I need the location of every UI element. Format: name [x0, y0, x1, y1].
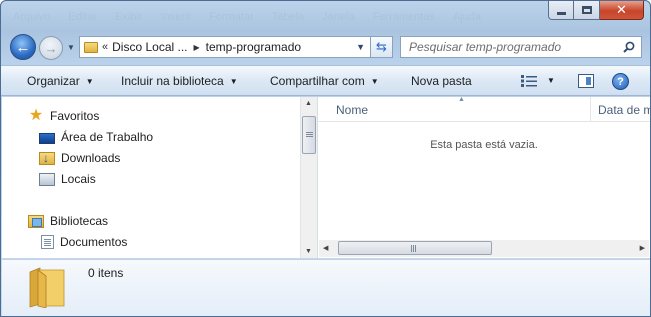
navigation-scrollbar[interactable]: ▲ ▼	[300, 97, 317, 258]
ghost-menu-item: Editar	[68, 11, 98, 23]
scroll-left-icon[interactable]: ◀	[323, 244, 328, 252]
file-list: ▲ Nome Data de m Esta pasta está vazia. …	[317, 96, 650, 258]
arrow-right-icon: →	[44, 40, 58, 56]
overflow-chevron[interactable]: «	[102, 41, 108, 53]
column-date-modified[interactable]: Data de m	[598, 103, 650, 117]
new-folder-button[interactable]: Nova pasta	[411, 74, 472, 88]
organize-button[interactable]: Organizar ▼	[27, 74, 94, 88]
nav-item-desktop[interactable]: Área de Trabalho	[39, 128, 153, 146]
close-button[interactable]: ✕	[600, 1, 644, 20]
include-library-button[interactable]: Incluir na biblioteca ▼	[121, 74, 238, 88]
title-bar: Arquivo Editar Exibir Inserir Formatar T…	[1, 1, 650, 31]
nav-item-downloads[interactable]: Downloads	[39, 149, 120, 167]
breadcrumb-arrow-icon[interactable]: ▶	[194, 43, 200, 52]
navigation-pane: ★ Favoritos Área de Trabalho Downloads L…	[2, 97, 301, 258]
nav-item-places[interactable]: Locais	[39, 170, 96, 188]
refresh-button[interactable]: ⇆	[371, 36, 393, 58]
breadcrumb-temp-programado[interactable]: temp-programado	[206, 40, 301, 54]
address-history-dropdown[interactable]: ▼	[351, 42, 370, 52]
view-dropdown-icon[interactable]: ▼	[547, 76, 555, 85]
scrollbar-thumb[interactable]	[302, 116, 316, 154]
column-header: ▲ Nome Data de m	[318, 96, 650, 122]
view-options-icon[interactable]	[521, 75, 537, 87]
folder-icon	[29, 267, 65, 308]
scroll-up-icon[interactable]: ▲	[305, 100, 312, 107]
chevron-down-icon: ▼	[229, 77, 238, 86]
sort-ascending-icon: ▲	[458, 96, 465, 103]
share-with-label: Compartilhar com	[270, 74, 365, 88]
empty-folder-message: Esta pasta está vazia.	[430, 139, 538, 151]
ghost-menu-item: Arquivo	[13, 11, 51, 23]
ghost-menu-item: Janela	[322, 11, 355, 23]
ghost-menu-item: Formatar	[209, 11, 254, 23]
item-count: 0 itens	[88, 266, 124, 280]
nav-item-label: Locais	[61, 172, 96, 186]
scroll-right-icon[interactable]: ▶	[640, 244, 645, 252]
navigation-bar: ← → ▼ « Disco Local ... ▶ temp-programad…	[1, 31, 650, 63]
command-bar: Organizar ▼ Incluir na biblioteca ▼ Compar…	[1, 65, 650, 96]
ghost-menu-item: Exibir	[115, 11, 143, 23]
background-app-menu: Arquivo Editar Exibir Inserir Formatar T…	[13, 11, 481, 23]
include-library-label: Incluir na biblioteca	[121, 74, 224, 88]
new-folder-label: Nova pasta	[411, 74, 472, 88]
caption-buttons: ✕	[548, 1, 644, 20]
nav-item-favorites[interactable]: ★ Favoritos	[28, 107, 100, 125]
document-icon	[41, 235, 54, 249]
nav-item-label: Área de Trabalho	[61, 130, 154, 144]
search-input[interactable]	[401, 40, 611, 54]
libraries-icon	[28, 214, 44, 228]
nav-item-libraries[interactable]: Bibliotecas	[28, 212, 108, 230]
ghost-menu-item: Inserir	[160, 11, 192, 23]
nav-item-label: Downloads	[61, 151, 121, 165]
chevron-down-icon: ▼	[370, 77, 379, 86]
nav-item-label: Documentos	[60, 235, 128, 249]
star-icon: ★	[28, 107, 44, 124]
search-icon[interactable]	[623, 41, 635, 53]
horizontal-scrollbar[interactable]: ◀ ▶	[319, 240, 649, 257]
share-with-button[interactable]: Compartilhar com ▼	[270, 74, 379, 88]
search-box[interactable]	[400, 36, 642, 58]
scroll-down-icon[interactable]: ▼	[305, 248, 312, 255]
desktop-icon	[39, 132, 55, 144]
ghost-menu-item: Ferramentas	[372, 11, 435, 23]
organize-label: Organizar	[27, 74, 80, 88]
ghost-menu-item: Tabela	[271, 11, 305, 23]
maximize-button[interactable]	[574, 1, 600, 20]
details-pane: 0 itens	[2, 259, 650, 316]
minimize-icon	[556, 11, 566, 15]
back-button[interactable]: ←	[10, 34, 36, 60]
scrollbar-thumb[interactable]	[338, 241, 492, 255]
help-icon[interactable]: ?	[612, 73, 629, 90]
forward-button[interactable]: →	[39, 36, 63, 60]
folder-icon	[84, 41, 98, 53]
arrow-left-icon: ←	[15, 38, 31, 56]
refresh-icon: ⇆	[376, 39, 387, 54]
maximize-icon	[581, 6, 592, 14]
nav-item-label: Favoritos	[50, 109, 100, 123]
nav-item-documents[interactable]: Documentos	[41, 233, 127, 251]
close-icon: ✕	[616, 2, 627, 18]
downloads-folder-icon	[39, 151, 55, 165]
recent-pages-dropdown[interactable]: ▼	[67, 43, 75, 52]
preview-pane-icon[interactable]	[578, 74, 594, 88]
column-name[interactable]: Nome	[336, 103, 368, 117]
chevron-down-icon: ▼	[85, 77, 94, 86]
minimize-button[interactable]	[548, 1, 574, 20]
ghost-menu-item: Ajuda	[452, 11, 482, 23]
recent-places-icon	[39, 172, 55, 186]
column-divider[interactable]	[590, 97, 591, 122]
breadcrumb-disco-local[interactable]: Disco Local ...	[112, 40, 187, 54]
nav-item-label: Bibliotecas	[50, 214, 109, 228]
address-bar[interactable]: « Disco Local ... ▶ temp-programado ▼	[79, 36, 371, 58]
explorer-window: Arquivo Editar Exibir Inserir Formatar T…	[0, 0, 651, 317]
